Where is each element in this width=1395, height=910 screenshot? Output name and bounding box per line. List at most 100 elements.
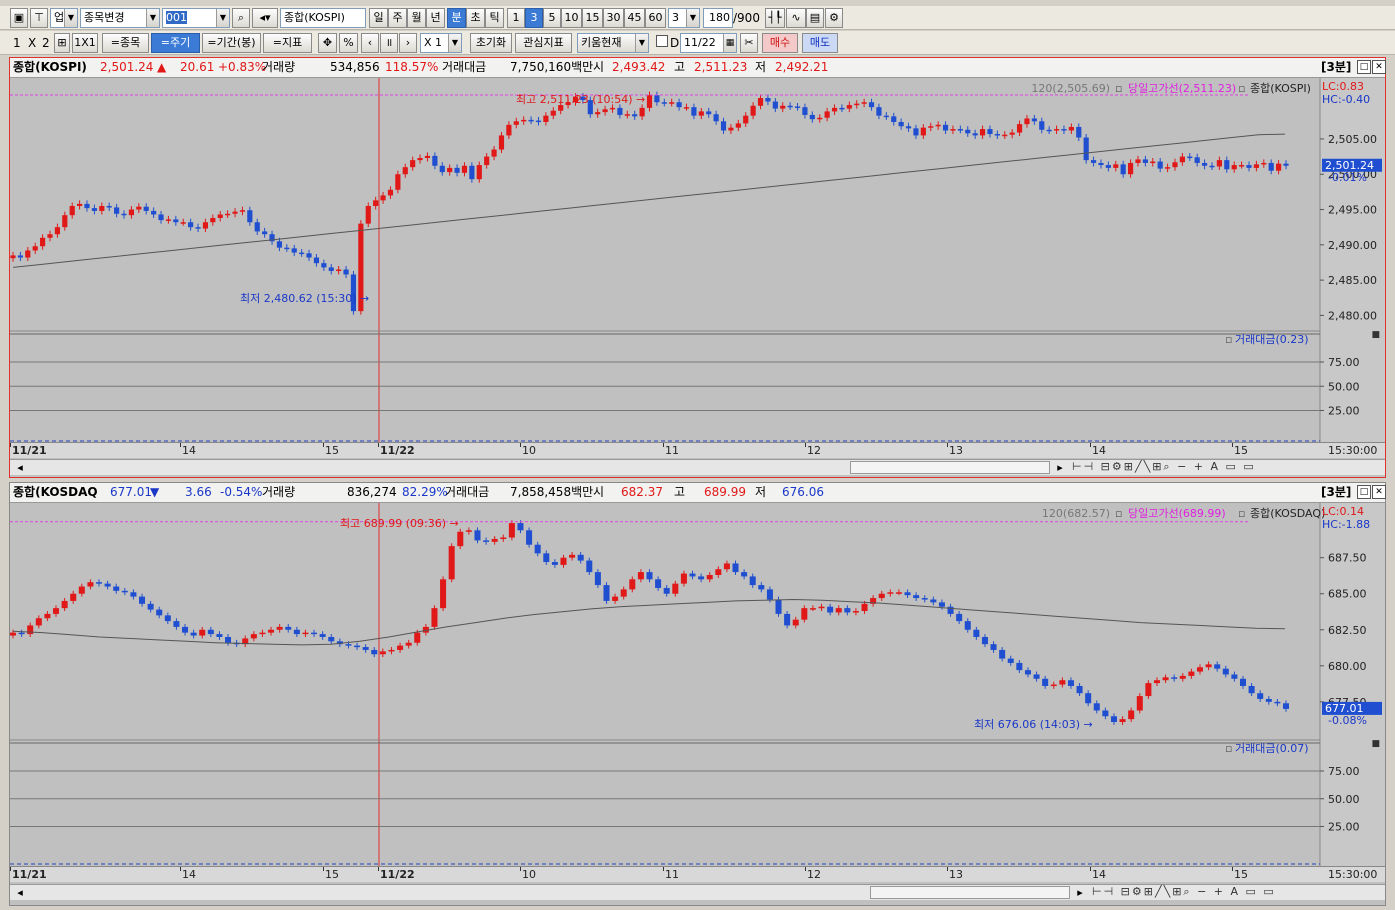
period-month-button[interactable]: 월 <box>407 8 426 28</box>
period-week-button[interactable]: 주 <box>388 8 407 28</box>
candle-body <box>128 209 135 216</box>
scroll-right-icon[interactable]: ▸ <box>1052 460 1068 476</box>
candle-body <box>268 629 275 633</box>
moving-average-line <box>12 598 1286 646</box>
minute-30-button[interactable]: 30 <box>603 8 624 28</box>
volume-label: 거래량 <box>262 60 296 74</box>
scroll-left-icon[interactable]: ◂ <box>12 460 28 476</box>
close-icon[interactable]: ✕ <box>1372 60 1386 74</box>
zoom-tools-icon[interactable]: ⊢⊣ ⊟⚙⊞╱╲⊞⌕ − + A ▭ ▭ <box>1092 885 1276 899</box>
sound-icon[interactable]: ◂▾ <box>252 8 278 28</box>
candle-body <box>1093 703 1100 711</box>
close-icon[interactable]: ✕ <box>1372 485 1386 499</box>
scroll-left-icon[interactable]: ◂ <box>12 885 28 901</box>
count-input[interactable]: 180 <box>703 8 733 28</box>
period-year-button[interactable]: 년 <box>426 8 445 28</box>
code-input[interactable]: 001 ▼ <box>162 8 230 28</box>
candle-body <box>164 615 171 622</box>
period-tick-button[interactable]: 틱 <box>485 8 504 28</box>
minute-45-button[interactable]: 45 <box>624 8 645 28</box>
candle-body <box>780 105 786 109</box>
minute-value-input[interactable]: 3 ▼ <box>668 8 700 28</box>
buy-button[interactable]: 매수 <box>762 33 798 53</box>
range-button[interactable]: =기간(봉) <box>202 33 261 53</box>
candle-body <box>794 106 801 108</box>
period-day-button[interactable]: 일 <box>369 8 388 28</box>
item-button[interactable]: =종목 <box>102 33 149 53</box>
candle-body <box>534 544 541 554</box>
search-icon[interactable]: ⌕ <box>232 8 250 28</box>
scroll-thumb[interactable] <box>850 461 1050 474</box>
candle-body <box>250 634 257 639</box>
candle-body <box>898 122 904 127</box>
scrollbar-kospi[interactable]: ◂ ▸ ⊢⊣ ⊟⚙⊞╱╲⊞⌕ − + A ▭ ▭ <box>10 459 1385 475</box>
candle-body <box>1059 680 1066 685</box>
candle-body <box>354 645 361 648</box>
gear-icon[interactable]: ⚙ <box>825 8 843 28</box>
kosdaq-chart-svg[interactable]: 687.50685.00682.50680.00677.50120(682.57… <box>10 503 1385 866</box>
ruler-icon[interactable]: ✂ <box>740 33 758 53</box>
prev-icon[interactable]: ‹ <box>361 33 379 53</box>
minute-60-button[interactable]: 60 <box>645 8 666 28</box>
pause-icon[interactable]: ॥ <box>380 33 398 53</box>
scrollbar-kosdaq[interactable]: ◂ ▸ ⊢⊣ ⊟⚙⊞╱╲⊞⌕ − + A ▭ ▭ <box>10 884 1385 900</box>
candle-body <box>202 222 209 229</box>
maximize-icon[interactable]: □ <box>1357 60 1371 74</box>
x-tick-label: 13 <box>949 868 963 881</box>
layout-1-button[interactable]: 1 <box>13 33 21 53</box>
volume-ratio: 82.29% <box>402 485 448 499</box>
multiplier-select[interactable]: X 1 ▼ <box>420 33 462 53</box>
percent-button[interactable]: % <box>339 33 358 53</box>
category-select[interactable]: 업 ▼ <box>50 8 78 28</box>
reset-button[interactable]: 초기화 <box>470 33 512 53</box>
watch-indicator-button[interactable]: 관심지표 <box>515 33 572 53</box>
grid-icon[interactable]: ⊞ <box>54 33 70 53</box>
candle-body <box>672 583 679 594</box>
sell-button[interactable]: 매도 <box>802 33 838 53</box>
candle-body <box>1009 132 1015 135</box>
candle-body <box>964 621 971 630</box>
period-minute-button[interactable]: 분 <box>447 8 466 28</box>
save-icon[interactable]: ▤ <box>806 8 824 28</box>
period-second-button[interactable]: 초 <box>466 8 485 28</box>
chart-header-kosdaq: 종합(KOSDAQ 677.01 ▼ 3.66 -0.54% 거래량 836,2… <box>10 483 1386 503</box>
period-button[interactable]: =주기 <box>151 33 200 53</box>
amount-label: 거래대금 <box>445 485 490 499</box>
crosshair-icon[interactable]: ✥ <box>318 33 337 53</box>
candle-body <box>432 155 438 166</box>
zoom-tools-icon[interactable]: ⊢⊣ ⊟⚙⊞╱╲⊞⌕ − + A ▭ ▭ <box>1072 460 1256 474</box>
candle-body <box>595 112 601 115</box>
window-icon[interactable]: ▣ <box>10 8 28 28</box>
maximize-icon[interactable]: □ <box>1357 485 1371 499</box>
next-icon[interactable]: › <box>399 33 417 53</box>
candle-body <box>313 257 320 264</box>
pin-icon[interactable]: ⊤ <box>30 8 48 28</box>
candle-body <box>691 107 697 116</box>
volume-ratio: 118.57% <box>385 60 439 74</box>
layout-1x1-button[interactable]: 1X1 <box>72 33 98 53</box>
change-item-select[interactable]: 종목변경 ▼ <box>80 8 160 28</box>
candle-body <box>891 116 897 122</box>
item-name-field[interactable]: 종합(KOSPI) <box>280 8 366 28</box>
minute-5-button[interactable]: 5 <box>543 8 561 28</box>
candle-body <box>569 554 576 558</box>
candle-body <box>491 149 497 157</box>
candle-body <box>1150 161 1156 164</box>
minute-1-button[interactable]: 1 <box>507 8 525 28</box>
kiwoom-now-select[interactable]: 키움현재 ▼ <box>577 33 649 53</box>
candle-body <box>1224 160 1230 170</box>
minute-3-button[interactable]: 3 <box>525 8 543 28</box>
kospi-chart-svg[interactable]: 2,505.002,500.002,495.002,490.002,485.00… <box>10 78 1385 443</box>
layout-2-button[interactable]: 2 <box>42 33 50 53</box>
minute-10-button[interactable]: 10 <box>561 8 582 28</box>
candle-body <box>1024 670 1031 675</box>
candle-type-icon[interactable]: ┤┞ <box>765 8 785 28</box>
scroll-thumb[interactable] <box>870 886 1070 899</box>
candle-body <box>1031 118 1037 122</box>
date-input[interactable]: 11/22 ▦ <box>680 33 737 53</box>
line-type-icon[interactable]: ∿ <box>786 8 806 28</box>
minute-15-button[interactable]: 15 <box>582 8 603 28</box>
d-checkbox[interactable] <box>656 35 668 47</box>
indicator-button[interactable]: =지표 <box>263 33 312 53</box>
scroll-right-icon[interactable]: ▸ <box>1072 885 1088 901</box>
